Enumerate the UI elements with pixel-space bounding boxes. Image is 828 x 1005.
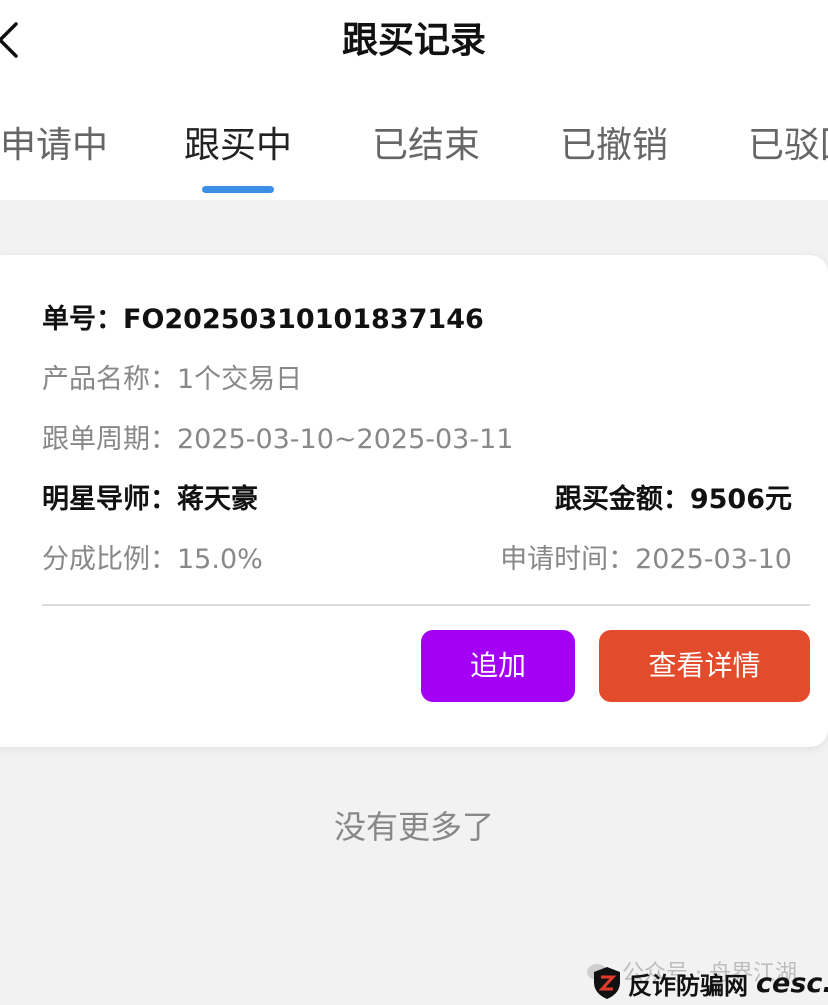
share-label: 分成比例： (42, 544, 177, 575)
site-watermark: 反诈防骗网 cesc.cc (592, 964, 828, 1002)
tab-following[interactable]: 跟买中 (184, 120, 292, 172)
tab-ended[interactable]: 已结束 (372, 120, 480, 172)
mentor-name: 蒋天豪 (177, 484, 258, 515)
add-button[interactable]: 追加 (421, 630, 575, 702)
apply-time-group: 申请时间：2025-03-10 (500, 540, 792, 580)
product-row: 产品名称：1个交易日 (42, 360, 810, 400)
tab-revoked[interactable]: 已撤销 (560, 120, 668, 172)
tab-applying[interactable]: 申请中 (0, 120, 108, 172)
product-name: 1个交易日 (177, 364, 303, 395)
view-details-button[interactable]: 查看详情 (599, 630, 810, 702)
page-title: 跟买记录 (341, 20, 486, 61)
apply-time-value: 2025-03-10 (635, 544, 792, 575)
site-brand: cesc.cc (756, 967, 828, 999)
apply-time-label: 申请时间： (500, 544, 636, 575)
share-time-row: 分成比例：15.0% 申请时间：2025-03-10 (42, 540, 810, 580)
product-label: 产品名称： (42, 364, 177, 395)
list-end-text: 没有更多了 (333, 808, 494, 846)
order-number-row: 单号：FO20250310101837146 (42, 300, 810, 340)
period-row: 跟单周期：2025-03-10~2025-03-11 (42, 420, 810, 460)
period-value: 2025-03-10~2025-03-11 (177, 424, 514, 455)
site-name: 反诈防骗网 (628, 971, 748, 1000)
amount-group: 跟买金额：9506元 (555, 480, 792, 520)
mentor-label: 明星导师： (42, 484, 177, 515)
period-label: 跟单周期： (42, 424, 177, 455)
tab-rejected[interactable]: 已驳回 (748, 120, 828, 172)
mentor-amount-row: 明星导师：蒋天豪 跟买金额：9506元 (42, 480, 810, 520)
card-divider (42, 604, 810, 606)
top-bar: 跟买记录 申请中 跟买中 已结束 已撤销 已驳回 (0, 0, 828, 200)
active-tab-indicator (202, 186, 274, 193)
status-tabs: 申请中 跟买中 已结束 已撤销 已驳回 (0, 120, 828, 200)
shield-icon (594, 967, 620, 999)
amount-label: 跟买金额： (554, 484, 690, 515)
order-number: FO20250310101837146 (123, 304, 484, 335)
amount-value: 9506元 (689, 484, 792, 515)
order-number-label: 单号： (42, 304, 123, 335)
share-value: 15.0% (177, 544, 263, 575)
